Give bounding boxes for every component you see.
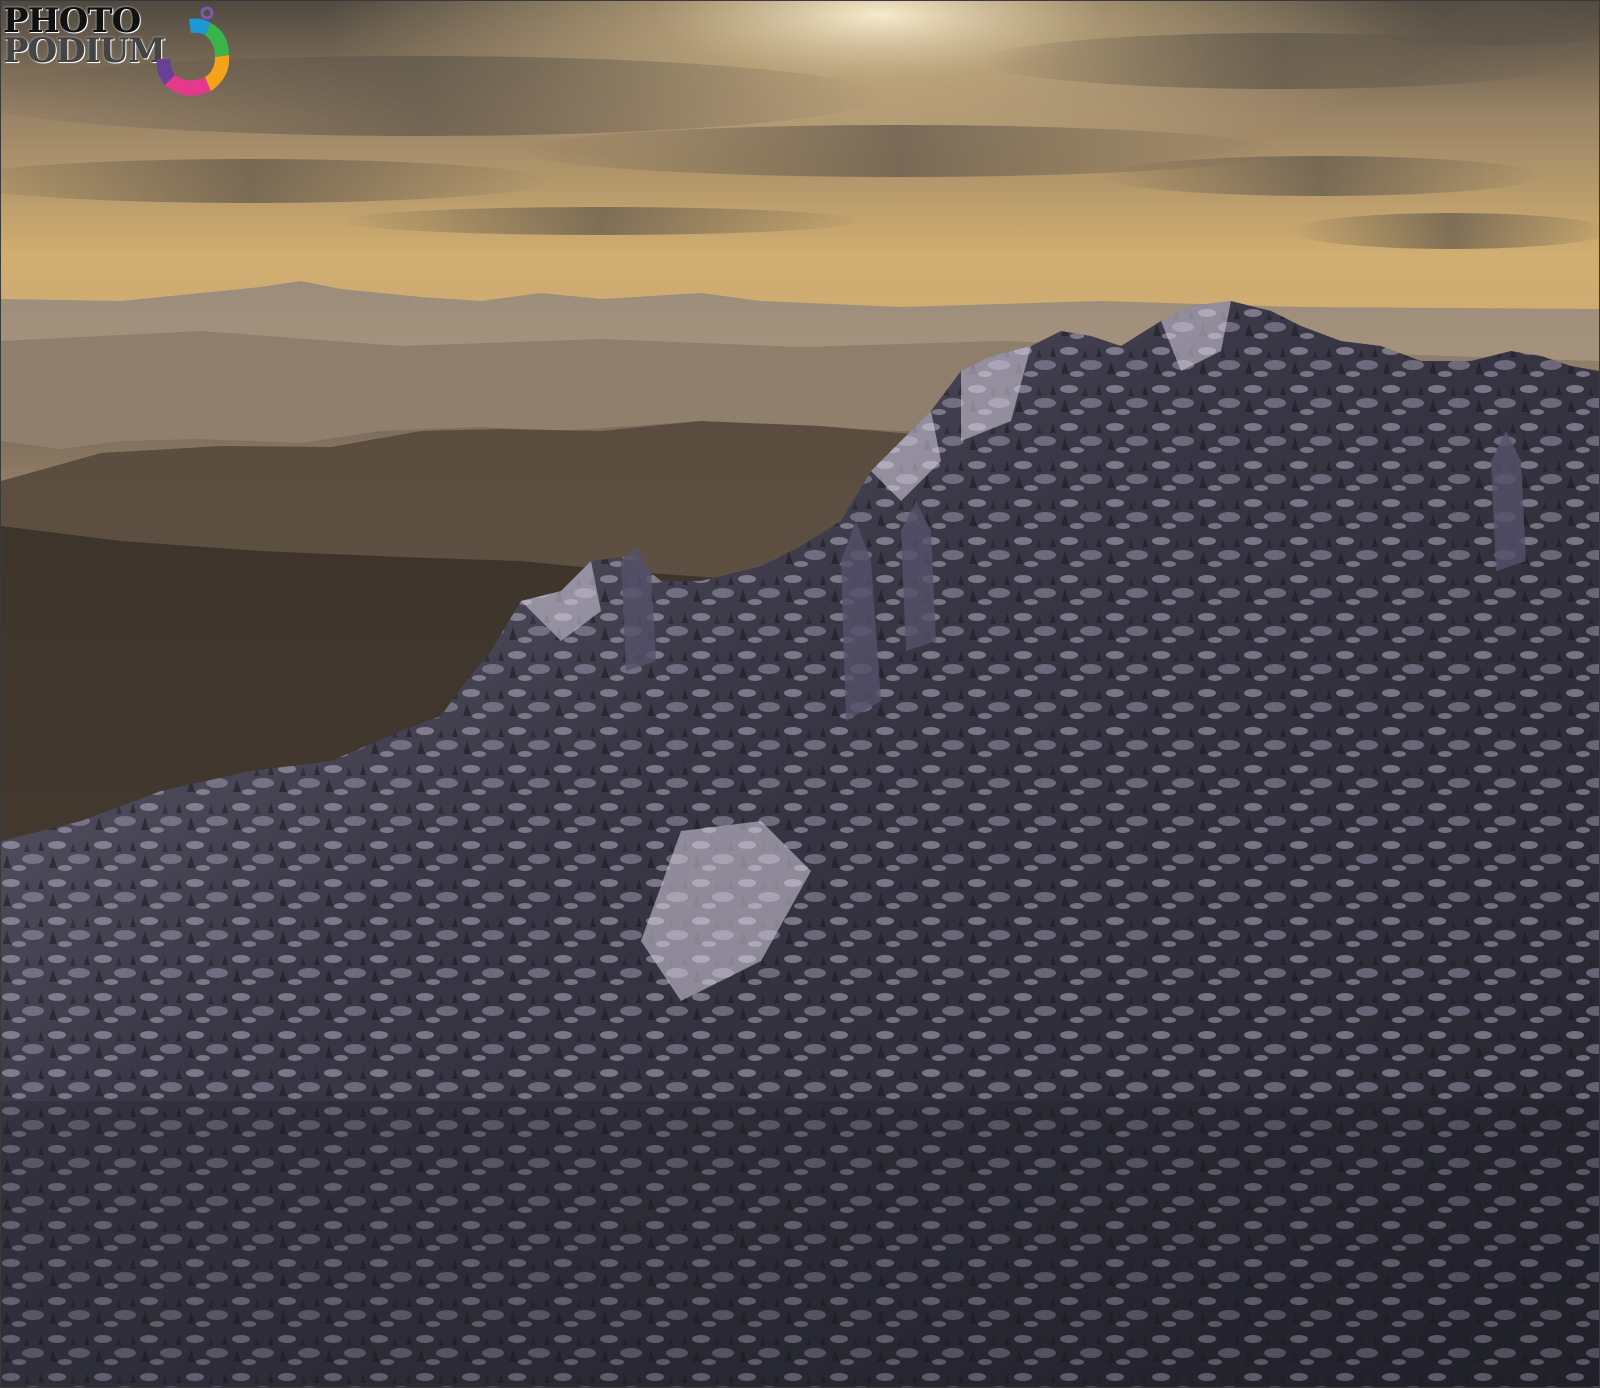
- photo-frame: PHOTO PODIUM: [0, 0, 1600, 1388]
- foreground-shade: [1, 1101, 1599, 1387]
- logo-line-2: PODIUM: [3, 31, 166, 71]
- logo-swirl-icon: [156, 6, 230, 96]
- landscape-photo: [1, 1, 1599, 1387]
- photopodium-logo[interactable]: PHOTO PODIUM: [3, 3, 243, 103]
